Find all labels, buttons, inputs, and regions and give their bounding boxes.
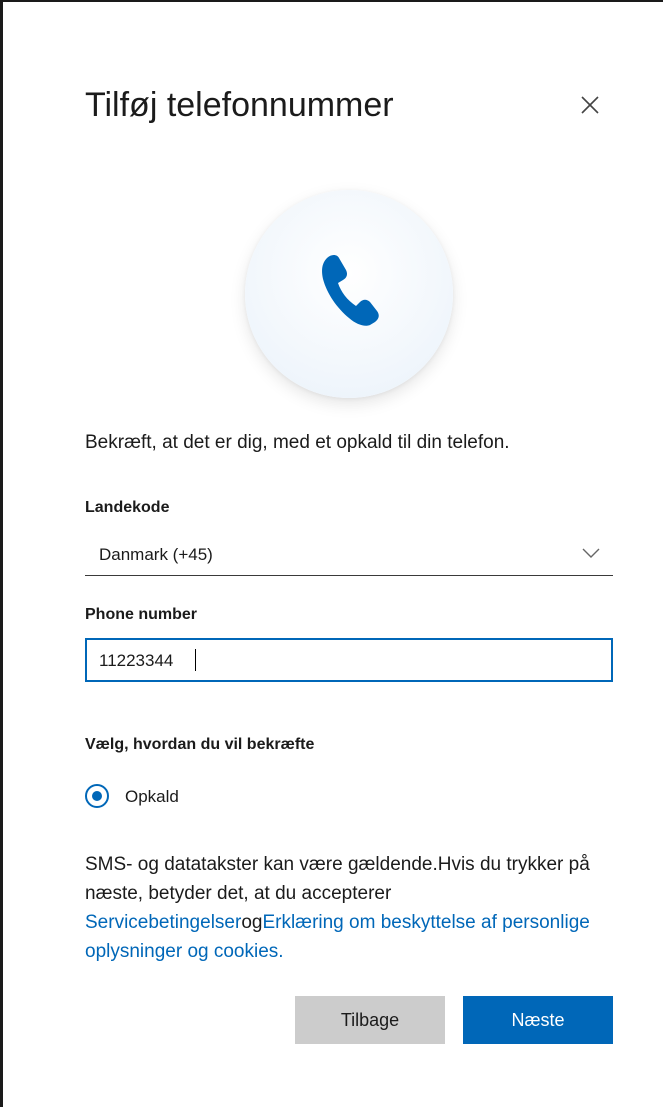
radio-selected-dot [92,791,102,801]
dialog-description: Bekræft, at det er dig, med et opkald ti… [85,432,510,453]
back-button[interactable]: Tilbage [295,996,445,1044]
phone-number-value: 11223344 [99,651,174,670]
chevron-down-icon [581,546,601,564]
country-code-value: Danmark (+45) [99,545,213,564]
next-button[interactable]: Næste [463,996,613,1044]
dialog-title: Tilføj telefonnummer [85,86,394,124]
phone-illustration [245,190,453,398]
terms-link[interactable]: Servicebetingelser [85,912,241,933]
radio-option-label: Opkald [125,787,179,806]
country-code-label: Landekode [85,499,170,516]
country-code-select[interactable]: Danmark (+45) [85,532,613,576]
close-icon[interactable] [577,92,603,118]
phone-number-input[interactable]: 11223344 [85,638,613,682]
dialog-frame: Tilføj telefonnummer Bekræft, at det er … [0,0,663,1107]
disclaimer-connector: og [241,912,263,933]
radio-button[interactable] [85,784,109,808]
disclaimer-body: SMS- og datatakster kan være gældende.Hv… [85,854,590,904]
text-caret [195,649,196,671]
phone-icon [322,255,379,326]
phone-number-label: Phone number [85,606,198,623]
verify-method-label: Vælg, hvordan du vil bekræfte [85,736,315,753]
disclaimer-text: SMS- og datatakster kan være gældende.Hv… [85,850,615,966]
